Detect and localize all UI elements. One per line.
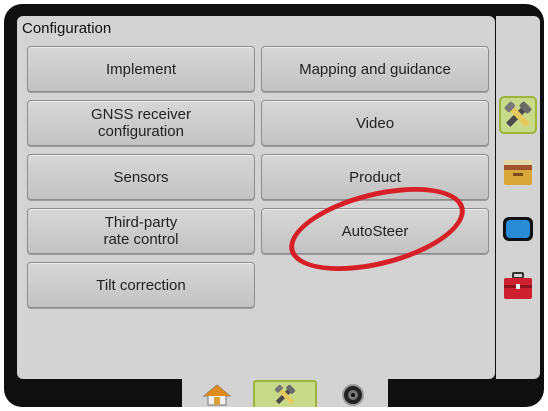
side-menu	[496, 16, 540, 379]
gnss-receiver-configuration-button[interactable]: GNSS receiver configuration	[27, 100, 255, 146]
gnss-button-label: GNSS receiver configuration	[90, 106, 192, 140]
third-party-rate-control-button[interactable]: Third-party rate control	[27, 208, 255, 254]
toolbox-icon	[504, 272, 532, 299]
display-tab[interactable]	[499, 210, 537, 248]
home-tab[interactable]	[185, 380, 249, 407]
home-icon	[202, 383, 232, 405]
display-icon	[503, 217, 533, 241]
sensors-button-label: Sensors	[113, 168, 169, 186]
video-button-label: Video	[355, 114, 395, 132]
tools-box-tab[interactable]	[499, 267, 537, 305]
implement-button-label: Implement	[105, 60, 177, 78]
third-party-button-label: Third-party rate control	[103, 214, 179, 248]
video-button[interactable]: Video	[261, 100, 489, 146]
tools-icon	[504, 101, 532, 127]
folder-icon	[504, 160, 532, 185]
configuration-panel: Configuration Implement Mapping and guid…	[17, 16, 495, 379]
autosteer-button-label: AutoSteer	[341, 222, 409, 240]
product-button[interactable]: Product	[261, 154, 489, 200]
data-management-tab[interactable]	[499, 153, 537, 191]
configuration-tab[interactable]	[253, 380, 317, 407]
mapping-and-guidance-button-label: Mapping and guidance	[299, 60, 451, 78]
tilt-correction-button[interactable]: Tilt correction	[27, 262, 255, 308]
camera-icon	[342, 383, 364, 406]
tilt-correction-button-label: Tilt correction	[96, 276, 186, 294]
device-screen: Configuration Implement Mapping and guid…	[4, 4, 544, 407]
tools-tab[interactable]	[499, 96, 537, 134]
product-button-label: Product	[349, 168, 401, 186]
tools-icon	[274, 384, 296, 404]
sensors-button[interactable]: Sensors	[27, 154, 255, 200]
autosteer-button[interactable]: AutoSteer	[261, 208, 489, 254]
bottom-navigation	[182, 378, 388, 407]
mapping-and-guidance-button[interactable]: Mapping and guidance	[261, 46, 489, 92]
camera-tab[interactable]	[321, 380, 385, 407]
implement-button[interactable]: Implement	[27, 46, 255, 92]
panel-title: Configuration	[22, 20, 112, 37]
